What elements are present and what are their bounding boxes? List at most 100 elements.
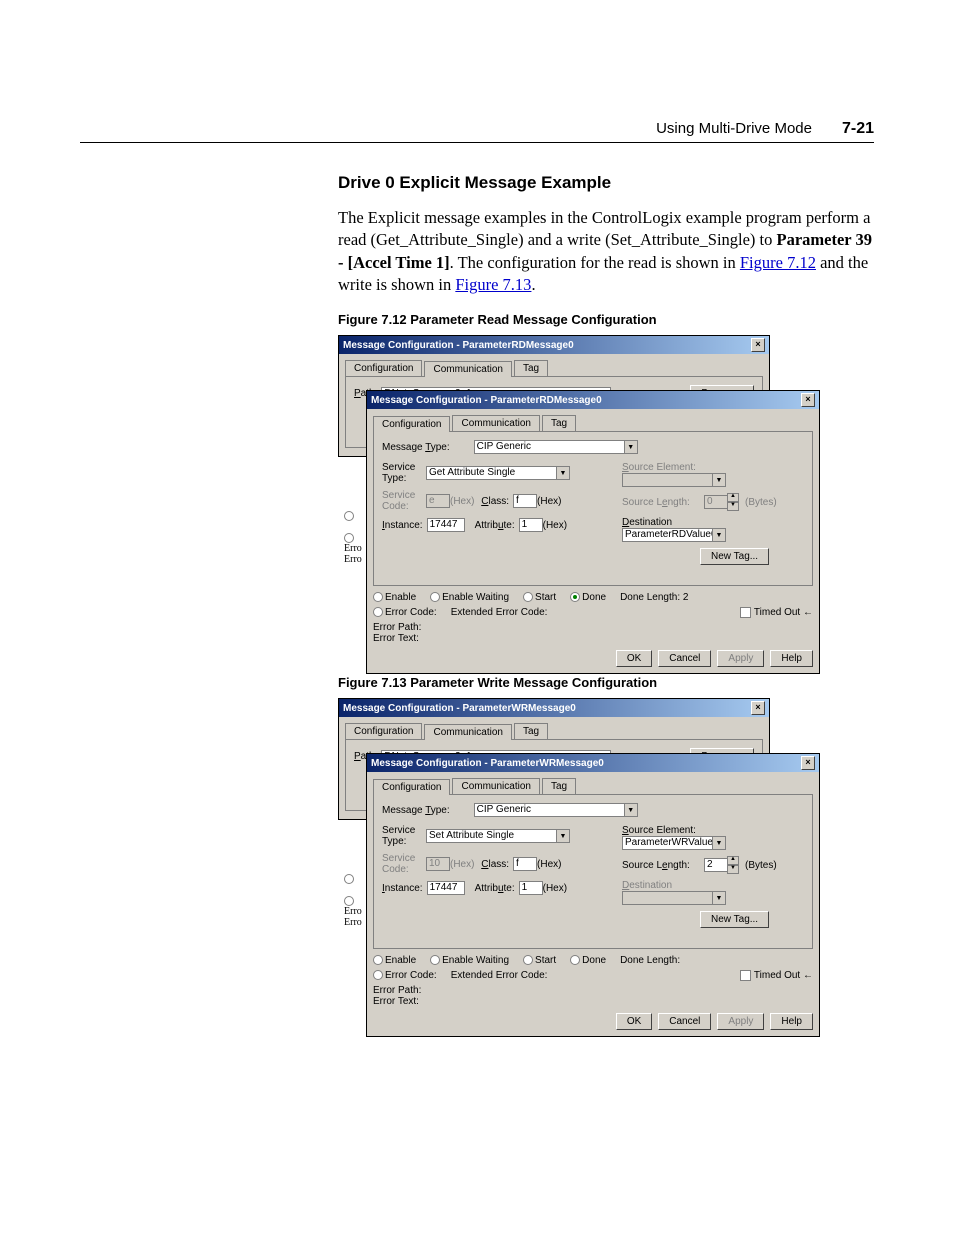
class-field[interactable]: f — [513, 494, 537, 508]
message-type-label: Message Type: — [382, 442, 450, 453]
error-path-label: Error Path: — [373, 622, 813, 633]
help-button[interactable]: Help — [770, 650, 813, 667]
link-figure-7-13[interactable]: Figure 7.13 — [455, 275, 531, 294]
title-text: Message Configuration - ParameterRDMessa… — [343, 340, 574, 351]
title-text: Message Configuration - ParameterWRMessa… — [343, 703, 576, 714]
title-bar[interactable]: Message Configuration - ParameterWRMessa… — [367, 754, 819, 772]
chevron-down-icon[interactable]: ▼ — [624, 803, 638, 817]
done-length-label: Done Length: — [620, 955, 680, 966]
tab-communication[interactable]: Communication — [452, 415, 539, 431]
chevron-down-icon[interactable]: ▼ — [556, 829, 570, 843]
tab-communication[interactable]: Communication — [424, 724, 511, 740]
title-bar[interactable]: Message Configuration - ParameterRDMessa… — [367, 391, 819, 409]
status-row: Enable Enable Waiting Start Done Done Le… — [373, 592, 813, 603]
tab-communication[interactable]: Communication — [424, 361, 511, 377]
attribute-field[interactable]: 1 — [519, 881, 543, 895]
source-length-label: Source Length: — [622, 860, 700, 871]
source-element-value: ParameterWRValue0 — [622, 836, 712, 850]
content-column: Drive 0 Explicit Message Example The Exp… — [338, 173, 874, 1008]
link-figure-7-12[interactable]: Figure 7.12 — [740, 253, 816, 272]
instance-field[interactable]: 17447 — [427, 518, 465, 532]
close-icon[interactable]: × — [751, 701, 765, 715]
new-tag-button[interactable]: New Tag... — [700, 911, 769, 928]
tab-configuration[interactable]: Configuration — [345, 723, 422, 739]
apply-button: Apply — [717, 650, 764, 667]
source-element-combo: ▼ — [622, 473, 726, 487]
tab-body: Message Type: CIP Generic ▼ Service Type… — [373, 794, 813, 949]
service-type-value: Get Attribute Single — [426, 466, 556, 480]
chevron-down-icon: ▼ — [712, 891, 726, 905]
radio-icon — [570, 955, 580, 965]
class-field[interactable]: f — [513, 857, 537, 871]
checkbox[interactable] — [740, 607, 751, 618]
chevron-down-icon[interactable]: ▼ — [712, 836, 726, 850]
close-icon[interactable]: × — [751, 338, 765, 352]
help-button[interactable]: Help — [770, 1013, 813, 1030]
figure-7-12-caption: Figure 7.12 Parameter Read Message Confi… — [338, 312, 874, 327]
message-type-label: Message Type: — [382, 805, 450, 816]
truncated-status: Erro Erro — [344, 510, 362, 565]
hex-label: (Hex) — [537, 859, 561, 870]
tabs: Configuration Communication Tag — [373, 415, 819, 431]
chevron-down-icon[interactable]: ▼ — [624, 440, 638, 454]
figure-7-13: Message Configuration - ParameterWRMessa… — [338, 698, 818, 1008]
text: . The configuration for the read is show… — [450, 253, 740, 272]
class-label: Class: — [478, 496, 509, 507]
close-icon[interactable]: × — [801, 756, 815, 770]
start-label: Start — [535, 592, 556, 603]
figure-7-12: Message Configuration - ParameterRDMessa… — [338, 335, 818, 645]
destination-combo: ▼ — [622, 891, 726, 905]
radio-icon — [523, 955, 533, 965]
chevron-down-icon[interactable]: ▼ — [712, 528, 726, 542]
error-code-label: Error Code: — [385, 970, 437, 981]
enable-waiting-label: Enable Waiting — [442, 592, 509, 603]
spinner[interactable]: ▲▼ — [727, 856, 739, 874]
tab-body: Message Type: CIP Generic ▼ Service Type… — [373, 431, 813, 586]
enable-label: Enable — [385, 955, 416, 966]
hex-label: (Hex) — [450, 496, 474, 507]
tab-configuration[interactable]: Configuration — [345, 360, 422, 376]
radio-icon — [373, 955, 383, 965]
destination-label: Destination — [622, 517, 700, 528]
page-header: Using Multi-Drive Mode 7-21 — [80, 120, 874, 143]
service-type-combo[interactable]: Get Attribute Single ▼ — [426, 466, 570, 480]
close-icon[interactable]: × — [801, 393, 815, 407]
source-element-combo[interactable]: ParameterWRValue0 ▼ — [622, 836, 726, 850]
message-type-combo[interactable]: CIP Generic ▼ — [474, 803, 638, 817]
title-bar[interactable]: Message Configuration - ParameterWRMessa… — [339, 699, 769, 717]
ok-button[interactable]: OK — [616, 1013, 652, 1030]
tab-configuration[interactable]: Configuration — [373, 779, 450, 795]
cancel-button[interactable]: Cancel — [658, 650, 711, 667]
checkbox[interactable] — [740, 970, 751, 981]
service-type-combo[interactable]: Set Attribute Single ▼ — [426, 829, 570, 843]
destination-combo[interactable]: ParameterRDValue0 ▼ — [622, 528, 726, 542]
tab-tag[interactable]: Tag — [514, 723, 548, 739]
truncated-label: Erro — [344, 554, 362, 565]
apply-button: Apply — [717, 1013, 764, 1030]
source-length-label: Source Length: — [622, 497, 700, 508]
tab-tag[interactable]: Tag — [542, 778, 576, 794]
destination-value — [622, 891, 712, 905]
ok-button[interactable]: OK — [616, 650, 652, 667]
status-row: Enable Enable Waiting Start Done Done Le… — [373, 955, 813, 966]
cancel-button[interactable]: Cancel — [658, 1013, 711, 1030]
message-type-combo[interactable]: CIP Generic ▼ — [474, 440, 638, 454]
enable-waiting-label: Enable Waiting — [442, 955, 509, 966]
dialog-write-inner: Message Configuration - ParameterWRMessa… — [366, 753, 820, 1037]
tab-configuration[interactable]: Configuration — [373, 416, 450, 432]
source-length-field[interactable]: 2 — [704, 858, 728, 872]
tab-tag[interactable]: Tag — [542, 415, 576, 431]
bytes-label: (Bytes) — [745, 497, 777, 508]
bytes-label: (Bytes) — [745, 860, 777, 871]
title-bar[interactable]: Message Configuration - ParameterRDMessa… — [339, 336, 769, 354]
attribute-field[interactable]: 1 — [519, 518, 543, 532]
instance-field[interactable]: 17447 — [427, 881, 465, 895]
attribute-label: Attribute: — [475, 520, 515, 531]
service-type-value: Set Attribute Single — [426, 829, 556, 843]
text: . — [531, 275, 535, 294]
tab-tag[interactable]: Tag — [514, 360, 548, 376]
tab-communication[interactable]: Communication — [452, 778, 539, 794]
chevron-down-icon[interactable]: ▼ — [556, 466, 570, 480]
instance-label: Instance: — [382, 883, 423, 894]
new-tag-button[interactable]: New Tag... — [700, 548, 769, 565]
